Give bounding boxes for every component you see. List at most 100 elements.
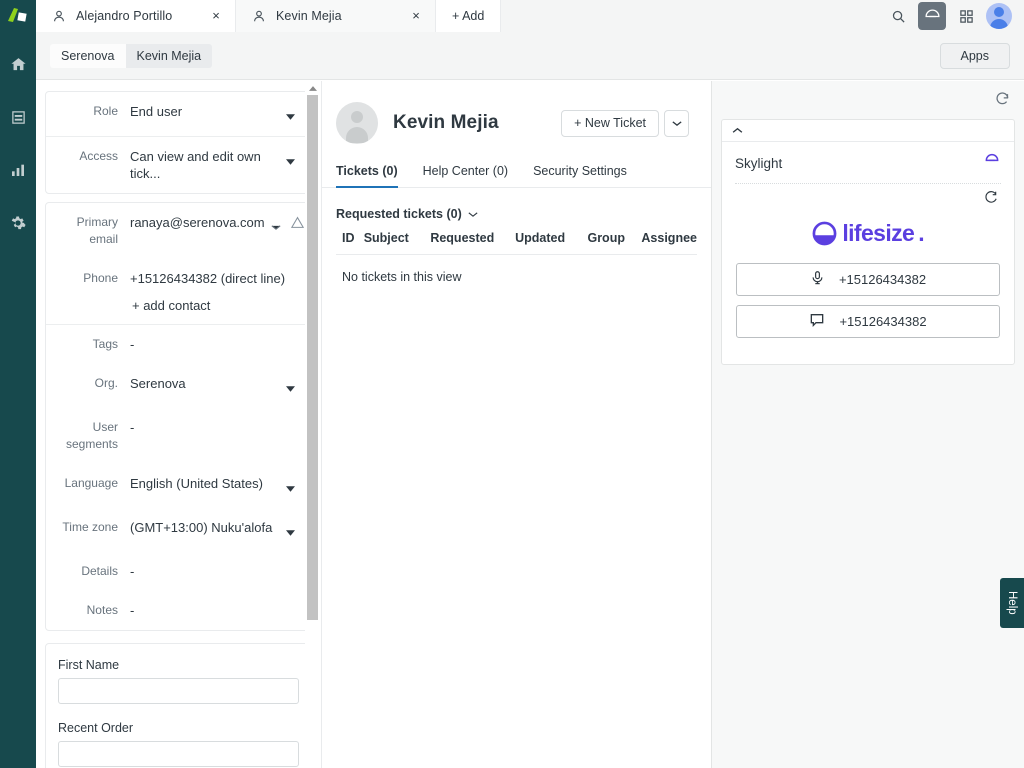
column-subject[interactable]: Subject [364,231,431,255]
sidebar-item-admin[interactable] [4,209,32,237]
sms-button[interactable]: +15126434382 [736,305,1000,338]
user-detail-panel: Role End user Access Can view and edit o… [36,81,322,768]
new-ticket-label: + New Ticket [574,116,646,130]
reload-icon[interactable] [984,190,998,209]
add-tab-label: + Add [452,9,484,23]
field-value: - [130,563,298,580]
field-time-zone[interactable]: Time zone (GMT+13:00) Nuku'alofa [46,508,311,552]
field-label: Language [56,475,130,492]
tab-label: Security Settings [533,164,627,178]
field-label-first-name: First Name [58,658,299,672]
app-title-row: Skylight [722,142,1014,183]
new-ticket-button[interactable]: + New Ticket [561,110,659,137]
field-label-recent-order: Recent Order [58,721,299,735]
lifesize-dot: . [918,220,924,247]
chevron-down-icon[interactable] [286,148,298,170]
tab-alejandro-portillo[interactable]: Alejandro Portillo × [36,0,236,32]
field-org[interactable]: Org. Serenova [46,364,311,408]
column-requested[interactable]: Requested [430,231,515,255]
add-tab-button[interactable]: + Add [436,0,501,32]
lifesize-wordmark: lifesize [842,220,914,247]
warning-icon[interactable] [291,214,305,234]
scrollbar-thumb[interactable] [307,95,318,620]
field-primary-email[interactable]: Primary email ranaya@serenova.com [46,203,311,259]
close-icon[interactable]: × [409,9,423,23]
field-value: ranaya@serenova.com [130,214,265,231]
field-label: Phone [56,270,130,287]
chevron-down-icon[interactable] [286,375,298,397]
requested-tickets-toggle[interactable]: Requested tickets (0) [322,188,711,221]
new-ticket-menu-button[interactable] [664,110,689,137]
apps-button-label: Apps [961,49,990,63]
app-reload-row [736,190,1000,209]
requested-tickets-label: Requested tickets (0) [336,207,462,221]
tabbar-actions [884,0,1024,32]
tab-label: Alejandro Portillo [76,9,199,23]
field-label: Notes [56,602,130,619]
close-icon[interactable]: × [209,9,223,23]
apps-refresh-row [712,81,1024,111]
zendesk-apps-icon[interactable] [918,2,946,30]
field-tags[interactable]: Tags - [46,325,311,364]
apps-button[interactable]: Apps [940,43,1011,69]
products-grid-icon[interactable] [952,2,980,30]
field-user-segments[interactable]: User segments - [46,408,311,464]
tabbar-spacer [501,0,884,32]
chevron-down-icon[interactable] [286,519,298,541]
skylight-app-icon[interactable] [984,153,1000,174]
avatar [336,102,378,144]
user-header: Kevin Mejia + New Ticket [322,81,711,144]
app-title: Skylight [735,156,782,171]
help-tab-button[interactable]: Help [1000,578,1024,628]
field-role[interactable]: Role End user [46,92,311,136]
recent-order-input[interactable] [58,741,299,767]
column-updated[interactable]: Updated [515,231,587,255]
user-contact-card: Primary email ranaya@serenova.com Phone … [45,202,312,631]
app-collapse-button[interactable] [722,120,1014,142]
field-phone[interactable]: Phone +15126434382 (direct line) [46,259,311,298]
app-body: lifesize . +15126434382 +15126434382 [722,184,1014,364]
user-panel-scrollbar[interactable] [305,81,320,768]
field-label: Tags [56,336,130,353]
scroll-up-icon[interactable] [305,81,320,95]
field-access[interactable]: Access Can view and edit own tick... [46,136,311,193]
custom-fields-card: First Name Recent Order Order Status Exp… [45,643,312,768]
chevron-down-icon[interactable] [271,214,283,236]
tab-security-settings[interactable]: Security Settings [533,164,641,187]
chevron-down-icon [468,207,478,221]
add-contact-button[interactable]: + add contact [46,298,311,324]
user-role-card: Role End user Access Can view and edit o… [45,91,312,194]
field-label: Details [56,563,130,580]
zendesk-logo[interactable] [0,0,36,32]
sidebar-item-reporting[interactable] [4,156,32,184]
new-ticket-group: + New Ticket [561,110,689,137]
field-label: Org. [56,375,130,392]
field-details[interactable]: Details - [46,552,311,591]
field-notes[interactable]: Notes - [46,591,311,630]
refresh-icon[interactable] [995,91,1010,111]
call-button[interactable]: +15126434382 [736,263,1000,296]
breadcrumb-label: Serenova [61,49,115,63]
tab-label: Tickets (0) [336,164,398,178]
tab-help-center[interactable]: Help Center (0) [423,164,522,187]
column-id[interactable]: ID [336,231,364,255]
tab-label: Help Center (0) [423,164,508,178]
tab-kevin-mejia[interactable]: Kevin Mejia × [236,0,436,32]
chevron-down-icon[interactable] [286,475,298,497]
chevron-down-icon[interactable] [286,103,298,125]
avatar[interactable] [986,3,1012,29]
sidebar-item-views[interactable] [4,103,32,131]
tab-tickets[interactable]: Tickets (0) [336,164,412,187]
breadcrumb-item-serenova[interactable]: Serenova [50,44,126,68]
first-name-input[interactable] [58,678,299,704]
field-value: - [130,419,298,436]
search-icon[interactable] [884,2,912,30]
breadcrumb-item-kevin-mejia[interactable]: Kevin Mejia [126,44,213,68]
top-tab-bar: Alejandro Portillo × Kevin Mejia × + Add [36,0,1024,32]
column-assignee[interactable]: Assignee [641,231,697,255]
sidebar-item-home[interactable] [4,50,32,78]
field-language[interactable]: Language English (United States) [46,464,311,508]
field-label: Access [56,148,130,165]
column-group[interactable]: Group [587,231,641,255]
lifesize-logo: lifesize . [736,220,1000,247]
